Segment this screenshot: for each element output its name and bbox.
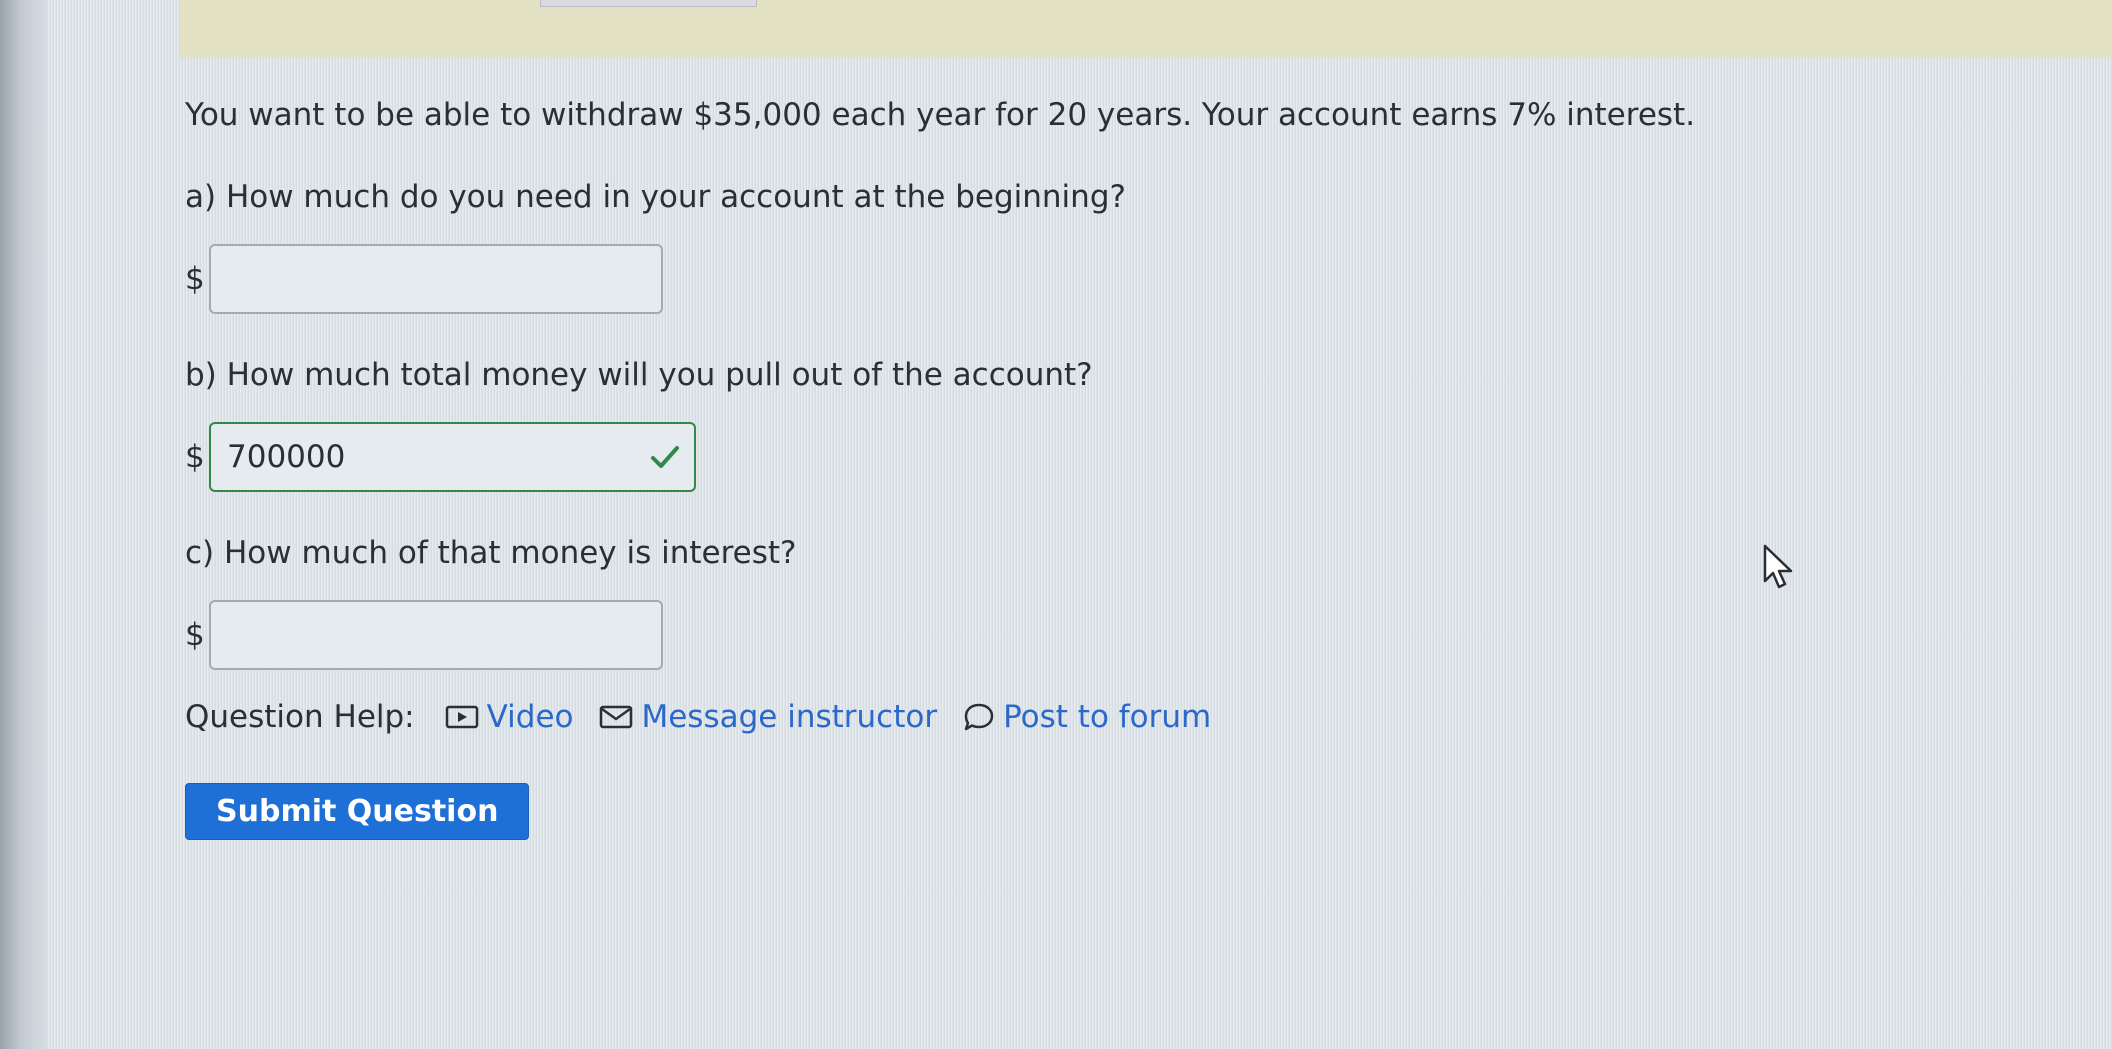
problem-prompt: You want to be able to withdraw $35,000 … [185,97,1696,133]
question-content: You want to be able to withdraw $35,000 … [185,95,1985,840]
question-b-label: b) How much total money will you pull ou… [185,357,1093,393]
envelope-icon [600,705,633,729]
question-help-label: Question Help: [185,699,415,735]
top-banner [180,0,2112,58]
answer-input-c[interactable] [209,600,663,670]
answer-input-b[interactable]: 700000 [209,422,696,492]
question-c-label: c) How much of that money is interest? [185,535,797,571]
submit-question-button[interactable]: Submit Question [185,783,530,840]
answer-b-value: 700000 [227,439,346,475]
currency-symbol: $ [185,261,205,297]
answer-input-a[interactable] [209,244,663,314]
banner-button-edge[interactable] [540,0,757,7]
post-to-forum-link[interactable]: Post to forum [963,699,1211,735]
question-help-row: Question Help: Video Message instructor … [185,695,1985,739]
answer-row-c: $ [185,597,1985,673]
mouse-cursor-icon [1763,544,1793,589]
question-a-label: a) How much do you need in your account … [185,179,1126,215]
speech-bubble-icon [964,703,994,731]
video-link-label: Video [486,699,574,735]
currency-symbol: $ [185,439,205,475]
message-instructor-label: Message instructor [641,699,938,735]
checkmark-icon [651,446,679,468]
message-instructor-link[interactable]: Message instructor [599,699,937,735]
currency-symbol: $ [185,617,205,653]
video-link[interactable]: Video [445,699,574,735]
post-to-forum-label: Post to forum [1003,699,1212,735]
answer-row-b: $ 700000 [185,419,1985,495]
screen-left-edge [0,0,48,1049]
answer-row-a: $ [185,241,1985,317]
video-icon [445,705,478,729]
